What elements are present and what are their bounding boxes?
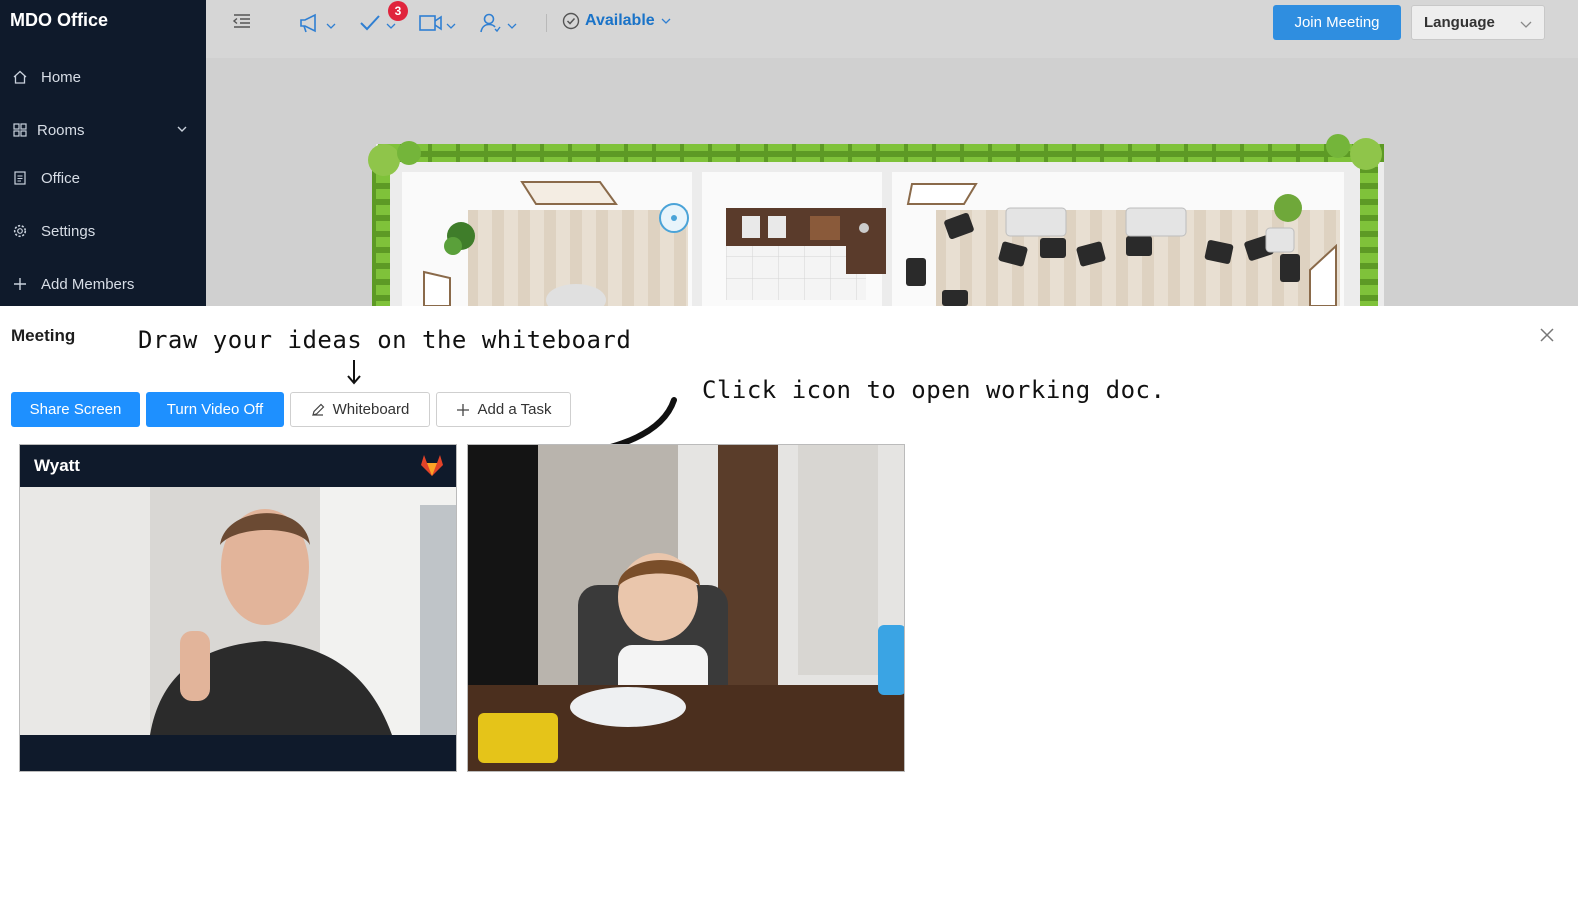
chevron-down-icon — [176, 122, 188, 139]
sidebar-item-settings[interactable]: Settings — [0, 211, 206, 251]
availability-status-label: Available — [585, 12, 655, 29]
chevron-down-icon — [446, 17, 456, 35]
announcement-menu[interactable] — [298, 12, 336, 39]
chevron-down-icon — [507, 17, 517, 35]
office-floor-plan[interactable] — [206, 58, 1578, 306]
participant-video-tile[interactable] — [467, 444, 905, 772]
working-doc-annotation: Click icon to open working doc. — [702, 376, 1166, 404]
pencil-icon — [311, 403, 325, 417]
meeting-panel-title: Meeting — [11, 326, 76, 345]
user-menu[interactable] — [479, 12, 517, 39]
language-select[interactable]: Language — [1411, 5, 1545, 40]
participant-video-tile[interactable]: Wyatt — [19, 444, 457, 772]
whiteboard-button[interactable]: Whiteboard — [290, 392, 430, 427]
video-camera-icon — [418, 12, 444, 39]
chevron-down-icon — [661, 17, 671, 25]
menu-toggle-icon[interactable] — [232, 12, 252, 30]
whiteboard-button-label: Whiteboard — [332, 401, 410, 418]
sidebar-item-label: Add Members — [41, 275, 135, 293]
language-select-label: Language — [1424, 14, 1495, 31]
user-icon — [479, 12, 501, 39]
whiteboard-annotation: Draw your ideas on the whiteboard — [138, 326, 632, 354]
toolbar-divider — [546, 14, 547, 32]
task-count-badge: 3 — [388, 1, 408, 21]
sidebar-item-label: Rooms — [37, 121, 85, 139]
sidebar-item-label: Office — [41, 169, 80, 187]
participant-video-feed — [20, 445, 456, 771]
sidebar-item-office[interactable]: Office — [0, 158, 206, 198]
sidebar-item-home[interactable]: Home — [0, 57, 206, 97]
close-icon[interactable] — [1540, 328, 1554, 347]
check-icon — [358, 12, 382, 39]
share-screen-button[interactable]: Share Screen — [11, 392, 140, 427]
turn-video-off-button[interactable]: Turn Video Off — [146, 392, 284, 427]
gear-icon — [11, 222, 29, 240]
floor-plan-illustration — [368, 134, 1384, 306]
add-task-button-label: Add a Task — [477, 401, 552, 418]
plus-icon — [456, 403, 470, 417]
home-icon — [11, 68, 29, 86]
availability-status-dropdown[interactable]: Available — [562, 12, 671, 30]
add-task-button[interactable]: Add a Task — [436, 392, 571, 427]
annotation-arrow-down — [347, 360, 361, 385]
check-circle-icon — [562, 12, 580, 30]
megaphone-icon — [298, 12, 322, 39]
participant-name-bar: Wyatt — [20, 445, 456, 487]
sidebar-item-rooms[interactable]: Rooms — [0, 110, 206, 150]
chevron-down-icon — [326, 17, 336, 35]
sidebar-item-add-members[interactable]: Add Members — [0, 264, 206, 304]
meeting-panel: Meeting Draw your ideas on the whiteboar… — [0, 306, 1578, 900]
plus-icon — [11, 275, 29, 293]
sidebar-item-label: Settings — [41, 222, 96, 240]
join-meeting-button[interactable]: Join Meeting — [1273, 5, 1401, 40]
sidebar-item-label: Home — [41, 68, 82, 86]
grid-icon — [11, 121, 29, 139]
participant-name: Wyatt — [34, 456, 80, 475]
top-toolbar: 3 Available Join Meeting Language — [206, 0, 1578, 58]
app-title: MDO Office — [10, 10, 109, 30]
sidebar: MDO Office Home Rooms Office Settings Ad… — [0, 0, 206, 306]
gitlab-fox-icon[interactable] — [418, 451, 446, 484]
video-menu[interactable] — [418, 12, 456, 39]
participant-video-feed — [468, 445, 904, 771]
chevron-down-icon — [1520, 17, 1532, 34]
document-icon — [11, 169, 29, 187]
